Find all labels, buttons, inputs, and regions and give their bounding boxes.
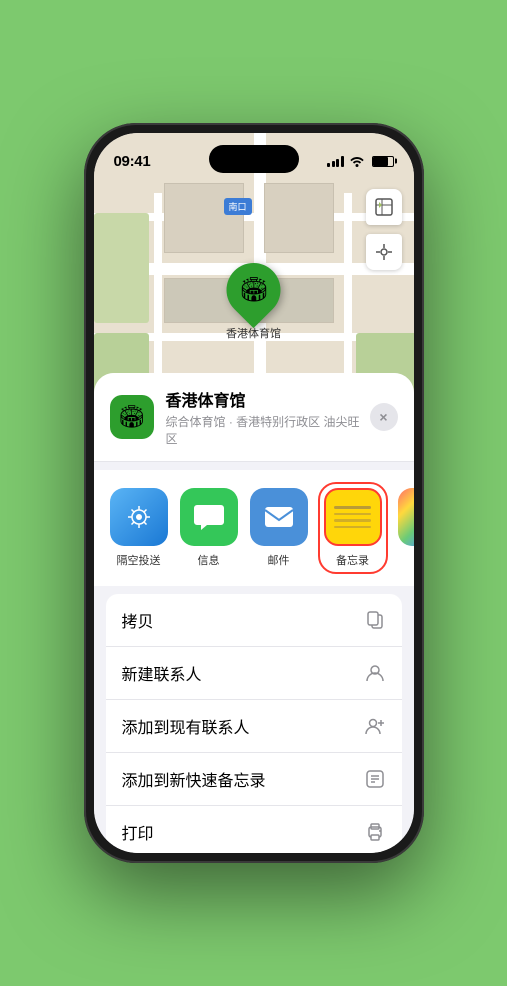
copy-action[interactable]: 拷贝 [106,594,402,647]
location-label: 南口 [224,198,252,215]
airdrop-icon [110,488,168,546]
action-list: 拷贝 新建联系人 添加到现有联系人 [106,594,402,853]
close-button[interactable]: × [370,403,398,431]
more-icon [398,488,414,546]
bottom-sheet: 🏟 香港体育馆 综合体育馆 · 香港特别行政区 油尖旺区 × [94,373,414,853]
share-app-more[interactable]: 提 [398,488,414,568]
phone-screen: 09:41 [94,133,414,853]
share-app-notes[interactable]: 备忘录 [320,484,386,572]
map-type-button[interactable] [366,189,402,225]
add-quick-note-label: 添加到新快速备忘录 [122,767,266,791]
add-existing-contact-label: 添加到现有联系人 [122,714,250,738]
map-pin: 🏟 [215,252,291,328]
print-action[interactable]: 打印 [106,806,402,853]
share-row: 隔空投送 信息 [94,470,414,586]
phone-frame: 09:41 [84,123,424,863]
place-address: 综合体育馆 · 香港特别行政区 油尖旺区 [166,413,370,447]
share-app-airdrop[interactable]: 隔空投送 [110,488,168,568]
add-contact-icon [364,715,386,737]
mail-label: 邮件 [268,552,290,568]
copy-label: 拷贝 [122,608,154,632]
status-time: 09:41 [114,153,151,170]
place-info: 香港体育馆 综合体育馆 · 香港特别行政区 油尖旺区 [166,387,370,447]
notes-label: 备忘录 [336,552,369,568]
share-app-messages[interactable]: 信息 [180,488,238,568]
status-icons [327,155,394,167]
new-contact-action[interactable]: 新建联系人 [106,647,402,700]
map-controls [366,189,402,270]
add-quick-note-action[interactable]: 添加到新快速备忘录 [106,753,402,806]
place-icon: 🏟 [110,395,154,439]
print-icon [364,821,386,843]
quick-note-icon [364,768,386,790]
new-contact-label: 新建联系人 [122,661,202,685]
map-pin-container: 🏟 香港体育馆 [226,263,281,341]
add-existing-contact-action[interactable]: 添加到现有联系人 [106,700,402,753]
new-contact-icon [364,662,386,684]
place-name: 香港体育馆 [166,387,370,411]
airdrop-label: 隔空投送 [117,552,161,568]
location-button[interactable] [366,234,402,270]
battery-icon [372,156,394,167]
messages-icon [180,488,238,546]
signal-icon [327,155,344,167]
place-card: 🏟 香港体育馆 综合体育馆 · 香港特别行政区 油尖旺区 × [94,373,414,462]
print-label: 打印 [122,820,154,844]
notes-icon [324,488,382,546]
mail-icon [250,488,308,546]
messages-label: 信息 [198,552,220,568]
dynamic-island [209,145,299,173]
share-app-mail[interactable]: 邮件 [250,488,308,568]
wifi-icon [349,155,365,167]
copy-icon [364,609,386,631]
